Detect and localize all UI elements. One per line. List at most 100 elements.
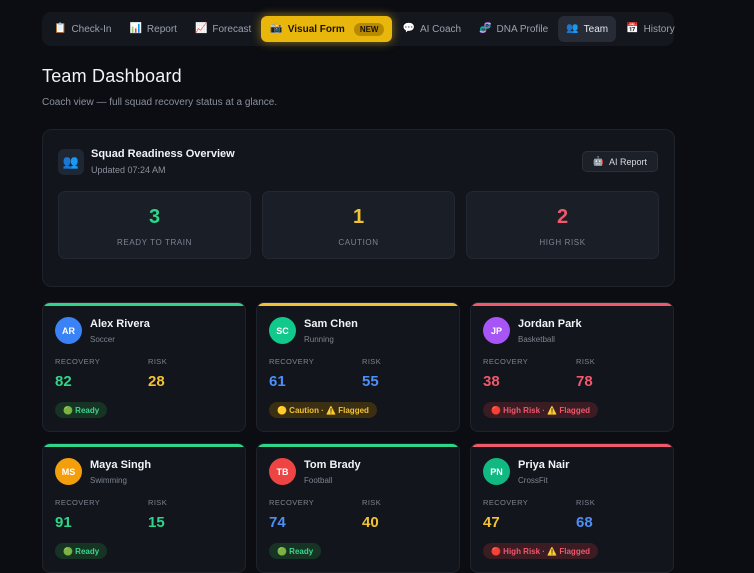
bar-chart-icon: 📊 xyxy=(129,23,142,34)
tab-label: Visual Form xyxy=(287,23,345,35)
athlete-name: Priya Nair xyxy=(518,459,570,471)
recovery-value: 61 xyxy=(269,373,286,390)
status-bar xyxy=(43,444,245,447)
overview-updated-time: Updated 07:24 AM xyxy=(91,165,166,175)
overview-title: Squad Readiness Overview xyxy=(91,148,235,160)
status-badge: 🔴 High Risk · ⚠️ Flagged xyxy=(483,543,599,559)
speech-bubble-icon: 💬 xyxy=(402,23,415,34)
avatar: SC xyxy=(269,317,296,344)
stat-high-risk: 2 HIGH RISK xyxy=(466,191,659,259)
ai-report-label: AI Report xyxy=(608,156,647,167)
stat-value: 3 xyxy=(148,206,161,228)
tab-label: Forecast xyxy=(212,23,252,35)
risk-value: 78 xyxy=(576,373,593,390)
recovery-label: RECOVERY xyxy=(55,498,101,507)
calendar-icon: 📅 xyxy=(626,23,639,34)
athlete-sport: Running xyxy=(304,335,334,344)
tab-history[interactable]: 📅 History xyxy=(618,16,683,42)
athlete-card-priya-nair[interactable]: PN Priya Nair CrossFit RECOVERY RISK 47 … xyxy=(470,443,674,573)
athlete-sport: CrossFit xyxy=(518,476,548,485)
status-bar xyxy=(471,303,673,306)
avatar: MS xyxy=(55,458,82,485)
tab-label: Report xyxy=(146,23,177,35)
main-nav: 📋 Check-In 📊 Report 📈 Forecast 📸 Visual … xyxy=(42,12,675,46)
recovery-label: RECOVERY xyxy=(269,498,315,507)
athlete-card-jordan-park[interactable]: JP Jordan Park Basketball RECOVERY RISK … xyxy=(470,302,674,432)
risk-value: 68 xyxy=(576,514,593,531)
clipboard-icon: 📋 xyxy=(54,23,67,34)
risk-value: 40 xyxy=(362,514,379,531)
athlete-name: Tom Brady xyxy=(304,459,361,471)
risk-value: 28 xyxy=(148,373,165,390)
page-subtitle: Coach view — full squad recovery status … xyxy=(42,97,278,108)
status-bar xyxy=(257,444,459,447)
recovery-label: RECOVERY xyxy=(269,357,315,366)
tab-label: Team xyxy=(583,23,609,35)
status-badge: 🟢 Ready xyxy=(55,543,108,559)
stat-label: CAUTION xyxy=(338,238,379,247)
camera-icon: 📸 xyxy=(270,23,283,34)
stat-value: 2 xyxy=(556,206,569,228)
status-badge: 🟡 Caution · ⚠️ Flagged xyxy=(269,402,377,418)
recovery-value: 38 xyxy=(483,373,500,390)
athlete-name: Maya Singh xyxy=(90,459,152,471)
recovery-value: 82 xyxy=(55,373,72,390)
new-badge: NEW xyxy=(353,22,385,36)
recovery-label: RECOVERY xyxy=(483,357,529,366)
risk-label: RISK xyxy=(148,498,168,507)
stat-label: HIGH RISK xyxy=(539,238,586,247)
stat-label: READY TO TRAIN xyxy=(117,238,192,247)
athlete-sport: Basketball xyxy=(518,335,555,344)
athlete-name: Sam Chen xyxy=(304,318,358,330)
athlete-sport: Soccer xyxy=(90,335,115,344)
risk-label: RISK xyxy=(362,357,382,366)
squad-readiness-overview: 👥 Squad Readiness Overview Updated 07:24… xyxy=(42,129,675,287)
avatar: TB xyxy=(269,458,296,485)
recovery-value: 74 xyxy=(269,514,286,531)
status-bar xyxy=(43,303,245,306)
stat-value: 1 xyxy=(352,206,365,228)
tab-ai-coach[interactable]: 💬 AI Coach xyxy=(394,16,469,42)
athlete-card-alex-rivera[interactable]: AR Alex Rivera Soccer RECOVERY RISK 82 2… xyxy=(42,302,246,432)
athlete-name: Jordan Park xyxy=(518,318,582,330)
avatar: JP xyxy=(483,317,510,344)
status-badge: 🔴 High Risk · ⚠️ Flagged xyxy=(483,402,599,418)
athlete-card-sam-chen[interactable]: SC Sam Chen Running RECOVERY RISK 61 55 … xyxy=(256,302,460,432)
recovery-label: RECOVERY xyxy=(55,357,101,366)
tab-dna-profile[interactable]: 🧬 DNA Profile xyxy=(471,16,556,42)
stat-caution: 1 CAUTION xyxy=(262,191,455,259)
athlete-sport: Swimming xyxy=(90,476,127,485)
tab-label: AI Coach xyxy=(419,23,462,35)
people-icon: 👥 xyxy=(58,149,84,175)
tab-label: History xyxy=(643,23,675,35)
risk-label: RISK xyxy=(576,498,596,507)
status-badge: 🟢 Ready xyxy=(269,543,322,559)
status-bar xyxy=(257,303,459,306)
team-dashboard-page: 📋 Check-In 📊 Report 📈 Forecast 📸 Visual … xyxy=(0,0,754,573)
tab-team[interactable]: 👥 Team xyxy=(558,16,617,42)
risk-label: RISK xyxy=(148,357,168,366)
tab-label: Check-In xyxy=(71,23,112,35)
athlete-card-maya-singh[interactable]: MS Maya Singh Swimming RECOVERY RISK 91 … xyxy=(42,443,246,573)
robot-icon: 🤖 xyxy=(592,156,604,166)
status-bar xyxy=(471,444,673,447)
athlete-card-tom-brady[interactable]: TB Tom Brady Football RECOVERY RISK 74 4… xyxy=(256,443,460,573)
tab-visual-form[interactable]: 📸 Visual Form NEW xyxy=(261,16,393,42)
stat-ready-to-train: 3 READY TO TRAIN xyxy=(58,191,251,259)
tab-label: DNA Profile xyxy=(496,23,549,35)
tab-check-in[interactable]: 📋 Check-In xyxy=(46,16,119,42)
recovery-value: 47 xyxy=(483,514,500,531)
risk-value: 15 xyxy=(148,514,165,531)
recovery-label: RECOVERY xyxy=(483,498,529,507)
risk-label: RISK xyxy=(362,498,382,507)
avatar: PN xyxy=(483,458,510,485)
people-icon: 👥 xyxy=(566,23,579,34)
tab-report[interactable]: 📊 Report xyxy=(121,16,184,42)
ai-report-button[interactable]: 🤖 AI Report xyxy=(581,151,658,172)
athlete-name: Alex Rivera xyxy=(90,318,150,330)
page-title: Team Dashboard xyxy=(42,66,182,86)
risk-label: RISK xyxy=(576,357,596,366)
avatar: AR xyxy=(55,317,82,344)
tab-forecast[interactable]: 📈 Forecast xyxy=(187,16,259,42)
athlete-sport: Football xyxy=(304,476,333,485)
